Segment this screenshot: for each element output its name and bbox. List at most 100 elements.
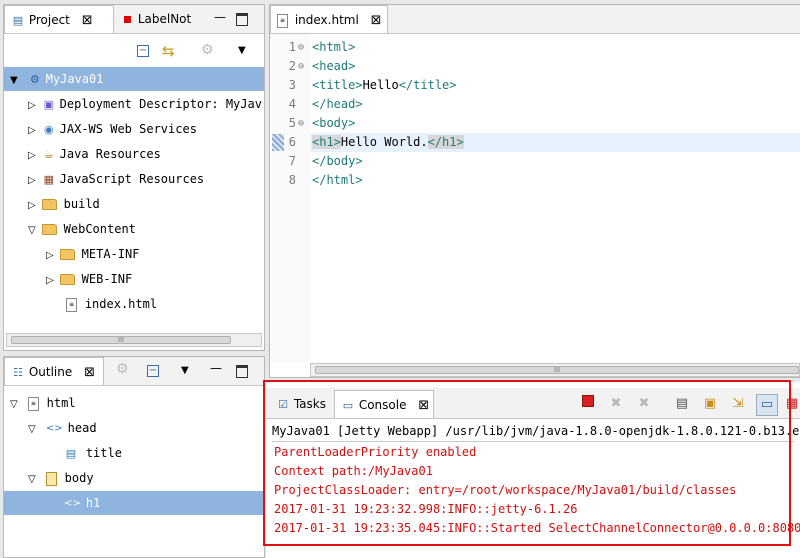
collapse-all-icon[interactable]: − [147, 365, 159, 377]
html-file-icon: ≡ [66, 297, 77, 312]
collapse-all-icon[interactable]: − [137, 45, 149, 57]
fold-icon[interactable]: ⊖ [298, 38, 304, 57]
outline-item-label: html [46, 396, 76, 410]
maximize-button[interactable] [236, 13, 248, 26]
view-menu-icon[interactable]: ▼ [238, 45, 246, 56]
javascript-resources-icon: ▦ [43, 172, 55, 186]
expand-arrow[interactable]: ▽ [10, 393, 20, 417]
outline-tabbar: ☷ Outline ⊠ ⚙ − ▼ — [4, 357, 264, 386]
tree-item-deployment-descriptor[interactable]: ▷ ▣ Deployment Descriptor: MyJav [28, 92, 262, 116]
tab-labelnot[interactable]: LabelNot [114, 5, 214, 33]
tab-project[interactable]: ▤ Project ⊠ [4, 5, 114, 33]
close-icon[interactable]: ⊠ [418, 398, 429, 413]
expand-arrow[interactable]: ▽ [28, 468, 38, 492]
close-icon[interactable]: ⊠ [84, 365, 95, 380]
console-header: MyJava01 [Jetty Webapp] /usr/lib/jvm/jav… [272, 424, 800, 438]
remove-launch-icon[interactable]: ✖ [606, 394, 626, 414]
tree-item-java-resources[interactable]: ▷ ☕ Java Resources [28, 142, 161, 166]
project-explorer-tabbar: ▤ Project ⊠ LabelNot — [4, 5, 264, 34]
tree-item-jaxws[interactable]: ▷ ◉ JAX-WS Web Services [28, 117, 197, 141]
expand-arrow[interactable]: ▷ [28, 94, 38, 118]
title-element-icon: ▤ [65, 446, 77, 460]
code-tag: </h1> [427, 135, 464, 149]
filter-icon[interactable]: ⚙ [116, 361, 129, 377]
tree-item-label: WEB-INF [81, 272, 133, 286]
tab-tasks-label: Tasks [293, 397, 326, 411]
expand-arrow[interactable]: ▷ [28, 194, 38, 218]
project-explorer-view: ▤ Project ⊠ LabelNot — − ⇆ ⚙ ▼ ▼ ⚙ MyJav… [3, 4, 265, 351]
tree-item-webcontent[interactable]: ▽ WebContent [28, 217, 136, 241]
console-line: ParentLoaderPriority enabled [274, 445, 477, 459]
element-brackets-icon: <> [45, 422, 63, 434]
horizontal-scrollbar[interactable]: III [6, 333, 262, 347]
console-icon: ▭ [342, 398, 354, 412]
tree-item-label: MyJava01 [45, 72, 104, 86]
view-menu-icon[interactable]: ▼ [181, 365, 189, 376]
scrollbar-thumb[interactable]: III [11, 336, 231, 344]
expand-arrow[interactable]: ▷ [28, 169, 38, 193]
close-icon[interactable]: ⊠ [82, 13, 93, 28]
tab-outline[interactable]: ☷ Outline ⊠ [4, 357, 104, 385]
clear-console-icon[interactable]: ▤ [672, 394, 692, 414]
outline-item-html[interactable]: ▽ ≡ html [10, 391, 76, 415]
fold-icon[interactable]: ⊖ [298, 57, 304, 76]
terminate-icon[interactable] [578, 394, 598, 414]
remove-all-launches-icon[interactable]: ✖ [634, 394, 654, 414]
scroll-lock-icon[interactable]: ▣ [700, 394, 720, 414]
tree-item-meta-inf[interactable]: ▷ META-INF [46, 242, 139, 266]
outline-item-head[interactable]: ▽ <> head [28, 416, 97, 440]
tree-item-javascript-resources[interactable]: ▷ ▦ JavaScript Resources [28, 167, 204, 191]
project-folder-icon: ▤ [12, 13, 24, 27]
outline-item-title[interactable]: ▤ title [64, 441, 122, 465]
console-output[interactable]: ParentLoaderPriority enabled Context pat… [266, 442, 800, 542]
line-number: 1 [288, 40, 296, 54]
tree-item-label: META-INF [81, 247, 140, 261]
link-with-editor-icon[interactable]: ⇆ [162, 42, 175, 60]
close-icon[interactable]: ⊠ [371, 13, 382, 28]
tab-console[interactable]: ▭ Console ⊠ [334, 390, 434, 418]
fold-icon[interactable]: ⊖ [298, 114, 304, 133]
editor-horizontal-scrollbar[interactable]: III [310, 363, 800, 377]
tab-tasks[interactable]: ☑ Tasks [270, 390, 334, 418]
scrollbar-thumb[interactable]: III [315, 366, 799, 374]
tree-item-index-html[interactable]: ≡ index.html [66, 292, 157, 316]
java-resources-icon: ☕ [43, 147, 54, 161]
tab-console-label: Console [358, 398, 407, 412]
outline-item-body[interactable]: ▽ body [28, 466, 94, 490]
expand-arrow[interactable]: ▷ [28, 144, 38, 168]
word-wrap-icon[interactable]: ⇲ [728, 394, 748, 414]
editor-view: ≡ index.html ⊠ 1 ⊖ <html> 2 ⊖ <head> 3 <title… [269, 4, 800, 378]
element-icon: ≡ [27, 396, 39, 411]
outline-item-h1[interactable]: <> h1 [4, 491, 264, 515]
tab-index-html[interactable]: ≡ index.html ⊠ [270, 5, 388, 33]
filter-icon[interactable]: ⚙ [201, 42, 214, 58]
expand-arrow[interactable]: ▼ [10, 69, 20, 93]
expand-arrow[interactable]: ▷ [28, 119, 38, 143]
tree-item-build[interactable]: ▷ build [28, 192, 100, 216]
expand-arrow[interactable]: ▷ [46, 269, 56, 293]
display-console-icon[interactable]: ▦ [782, 394, 800, 414]
outline-item-label: title [85, 446, 122, 460]
maximize-button[interactable] [236, 365, 248, 378]
tab-project-label: Project [28, 13, 70, 27]
console-line: Context path:/MyJava01 [274, 464, 433, 478]
tab-labelnot-label: LabelNot [137, 12, 192, 26]
tree-item-web-inf[interactable]: ▷ WEB-INF [46, 267, 132, 291]
tree-item-myjava01[interactable]: ▼ ⚙ MyJava01 [4, 67, 264, 91]
console-line: ProjectClassLoader: entry=/root/workspac… [274, 483, 737, 497]
folder-open-icon [41, 224, 57, 235]
code-area[interactable]: 1 ⊖ <html> 2 ⊖ <head> 3 <title>Hello</title> … [270, 38, 800, 198]
tasks-icon: ☑ [278, 397, 288, 411]
tree-item-label: Deployment Descriptor: MyJav [59, 97, 262, 111]
expand-arrow[interactable]: ▽ [28, 418, 38, 442]
expand-arrow[interactable]: ▽ [28, 219, 38, 243]
minimize-button[interactable]: — [214, 11, 226, 24]
minimize-button[interactable]: — [210, 362, 222, 375]
code-text: Hello World. [340, 135, 428, 149]
code-tag: <html> [312, 40, 356, 54]
expand-arrow[interactable]: ▷ [46, 244, 56, 268]
outline-icon: ☷ [13, 365, 23, 379]
pin-console-icon[interactable]: ▭ [756, 394, 778, 416]
webservice-icon: ◉ [44, 122, 54, 136]
tab-index-html-label: index.html [294, 13, 359, 27]
